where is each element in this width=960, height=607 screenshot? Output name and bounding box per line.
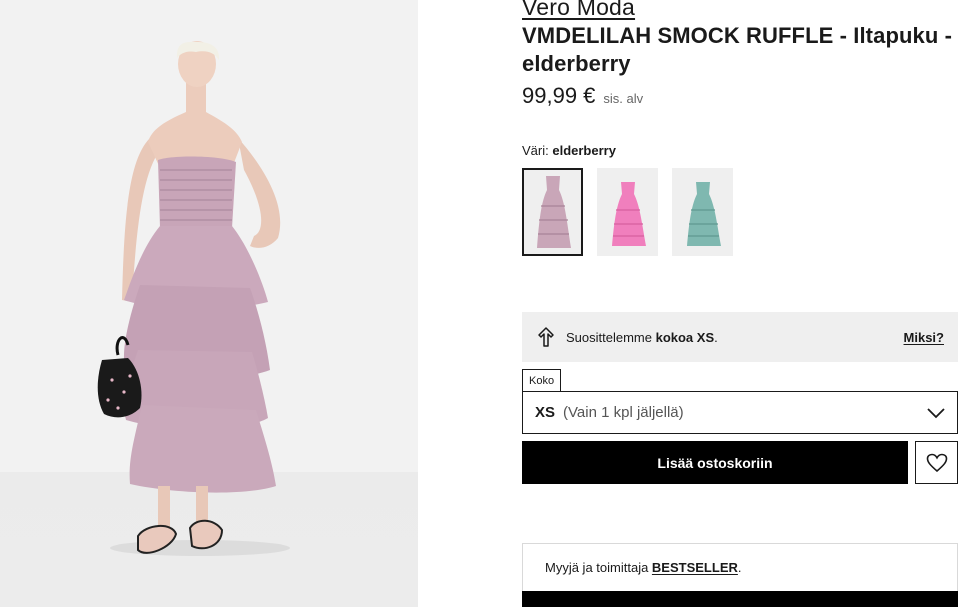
dress-thumbnail-icon: [536, 176, 571, 248]
wishlist-button[interactable]: [915, 441, 958, 484]
model-dress-illustration: [97, 41, 290, 556]
recommendation-suffix: .: [714, 329, 718, 345]
why-link[interactable]: Miksi?: [904, 330, 944, 345]
recommendation-text: Suosittelemme kokoa XS.: [566, 330, 718, 345]
product-price: 99,99 €: [522, 83, 596, 108]
size-field-label: Koko: [522, 369, 562, 392]
price-row: 99,99 € sis. alv: [522, 83, 643, 109]
seller-prefix: Myyjä ja toimittaja: [545, 560, 652, 575]
add-to-cart-button[interactable]: Lisää ostoskoriin: [522, 441, 908, 484]
dress-thumbnail-icon: [686, 182, 721, 246]
color-swatches: [522, 168, 733, 256]
dress-thumbnail-icon: [611, 182, 646, 246]
color-label-text: Väri:: [522, 143, 549, 158]
chevron-down-icon: [927, 407, 945, 418]
size-dropdown[interactable]: XS (Vain 1 kpl jäljellä): [522, 391, 958, 434]
size-recommendation-banner: Suosittelemme kokoa XS. Miksi?: [522, 312, 958, 362]
seller-info-box: Myyjä ja toimittaja BESTSELLER.: [522, 543, 958, 607]
seller-link[interactable]: BESTSELLER: [652, 560, 738, 575]
seller-text: Myyjä ja toimittaja BESTSELLER.: [545, 560, 742, 575]
swatch-teal[interactable]: [672, 168, 733, 256]
seller-suffix: .: [737, 560, 742, 575]
color-label: Väri: elderberry: [522, 143, 616, 158]
selected-color-name: elderberry: [552, 143, 616, 158]
recommended-size: kokoa XS: [655, 329, 715, 345]
hanger-icon: [538, 327, 554, 347]
heart-icon: [926, 453, 947, 472]
vat-note: sis. alv: [603, 91, 644, 106]
brand-link[interactable]: Vero Moda: [522, 0, 635, 21]
product-main-image[interactable]: [0, 0, 418, 607]
recommendation-prefix: Suosittelemme: [566, 329, 656, 345]
seller-bar: [522, 591, 958, 607]
product-title: VMDELILAH SMOCK RUFFLE - Iltapuku - elde…: [522, 23, 953, 76]
swatch-pink[interactable]: [597, 168, 658, 256]
stock-availability: (Vain 1 kpl jäljellä): [563, 404, 684, 421]
swatch-elderberry[interactable]: [522, 168, 583, 256]
selected-size: XS: [535, 404, 556, 421]
